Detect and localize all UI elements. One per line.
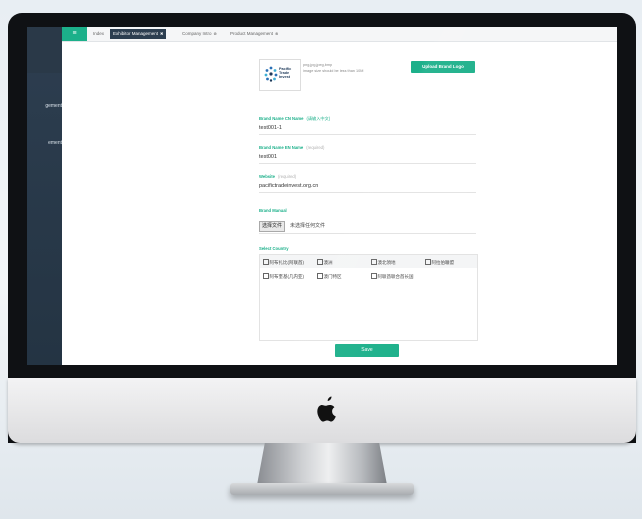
- country-option[interactable]: 澳门特区: [317, 273, 342, 280]
- monitor-stand-neck: [257, 443, 387, 485]
- country-option[interactable]: 阿布奎基(几内亚): [263, 273, 304, 280]
- screen: gement ement ≡ Index Exhibitor Managemen…: [27, 27, 617, 365]
- close-icon[interactable]: ✖: [160, 31, 163, 36]
- country-option-label: 澳洲: [323, 260, 333, 265]
- brand-name-cn-label: Brand Name CN Name (请输入中文): [259, 116, 330, 122]
- save-button[interactable]: Save: [335, 344, 399, 357]
- close-icon[interactable]: ⊗: [214, 31, 217, 36]
- monitor-stand-base: [230, 483, 414, 495]
- tab-label: Product Management: [230, 31, 274, 36]
- brand-name-en-input[interactable]: test001: [259, 154, 277, 160]
- main-content: Pacific Trade Invest png,jpg,jpeg,bmp im…: [62, 41, 617, 365]
- website-underline: [259, 192, 476, 193]
- checkbox-icon[interactable]: [371, 273, 377, 279]
- country-option[interactable]: 阿布扎比(阿联酋): [263, 259, 304, 266]
- logo-text: Pacific Trade Invest: [279, 67, 291, 80]
- sidebar-item-exhibitor-management[interactable]: gement: [27, 103, 62, 109]
- sidebar-item-management[interactable]: ement: [27, 140, 62, 146]
- tab-exhibitor-management[interactable]: Exhibitor Management ✖: [110, 29, 167, 39]
- label-text: Website: [259, 174, 275, 179]
- upload-brand-logo-button[interactable]: Upload Brand Logo: [411, 61, 475, 73]
- logo-text-line: Invest: [279, 75, 290, 80]
- country-option[interactable]: 澳洲: [317, 259, 333, 266]
- checkbox-icon[interactable]: [317, 273, 323, 279]
- brand-name-en-underline: [259, 163, 476, 164]
- brand-name-cn-underline: [259, 134, 476, 135]
- brand-name-en-label: Brand Name EN Name (required): [259, 145, 324, 150]
- tab-label: Exhibitor Management: [113, 31, 159, 36]
- hamburger-icon[interactable]: ≡: [62, 27, 87, 41]
- country-option[interactable]: 阿联酋联合酋长国: [371, 273, 414, 280]
- logo-dots-icon: [264, 66, 278, 82]
- topbar: ≡ Index Exhibitor Management ✖ Company In…: [62, 27, 617, 42]
- close-icon[interactable]: ⊗: [275, 31, 278, 36]
- brand-manual-underline: [259, 233, 476, 234]
- apple-logo-icon: [317, 396, 336, 422]
- tab-index[interactable]: Index: [90, 29, 107, 39]
- sidebar: gement ement: [27, 27, 62, 365]
- country-option-label: 阿布扎比(阿联酋): [269, 260, 305, 265]
- country-option-label: 阿联酋联合酋长国: [377, 274, 414, 279]
- country-option[interactable]: 阿拉伯聯盟: [425, 259, 454, 266]
- tab-company-intro[interactable]: Company Intro ⊗: [179, 29, 220, 39]
- label-text: Brand Name CN Name: [259, 116, 304, 121]
- brand-manual-label: Brand Manual: [259, 208, 287, 213]
- checkbox-icon[interactable]: [425, 259, 431, 265]
- country-option-label: 澳北領地: [377, 260, 396, 265]
- tab-label: Index: [93, 31, 105, 36]
- label-hint: (required): [277, 174, 297, 179]
- brand-logo-thumbnail[interactable]: Pacific Trade Invest: [259, 59, 301, 91]
- label-hint: (请输入中文): [306, 116, 331, 121]
- checkbox-icon[interactable]: [371, 259, 377, 265]
- select-country-label: Select Country: [259, 246, 289, 251]
- label-hint: (required): [306, 145, 325, 150]
- upload-hint: png,jpg,jpeg,bmp image size should be le…: [303, 63, 363, 74]
- file-status: 未选择任何文件: [290, 223, 326, 229]
- tab-label: Company Intro: [182, 31, 212, 36]
- country-option-label: 阿拉伯聯盟: [431, 260, 455, 265]
- tab-product-management[interactable]: Product Management ⊗: [227, 29, 281, 39]
- checkbox-icon[interactable]: [263, 259, 269, 265]
- label-text: Brand Name EN Name: [259, 145, 304, 150]
- upload-hint-size: image size should be less than 10M: [303, 68, 364, 73]
- checkbox-icon[interactable]: [317, 259, 323, 265]
- checkbox-icon[interactable]: [263, 273, 269, 279]
- country-option-label: 澳门特区: [323, 274, 342, 279]
- choose-file-button[interactable]: 选择文件: [259, 221, 286, 232]
- website-input[interactable]: pacifictradeinvest.org.cn: [259, 183, 318, 189]
- website-label: Website (required): [259, 174, 296, 179]
- country-option-label: 阿布奎基(几内亚): [269, 274, 305, 279]
- country-option[interactable]: 澳北領地: [371, 259, 396, 266]
- country-select-box: 阿布扎比(阿联酋) 澳洲 澳北領地 阿拉伯聯盟 阿布奎基(几内亚) 澳门特区 阿…: [259, 254, 478, 341]
- brand-name-cn-input[interactable]: test001-1: [259, 125, 282, 131]
- sidebar-logo-area: [27, 27, 62, 73]
